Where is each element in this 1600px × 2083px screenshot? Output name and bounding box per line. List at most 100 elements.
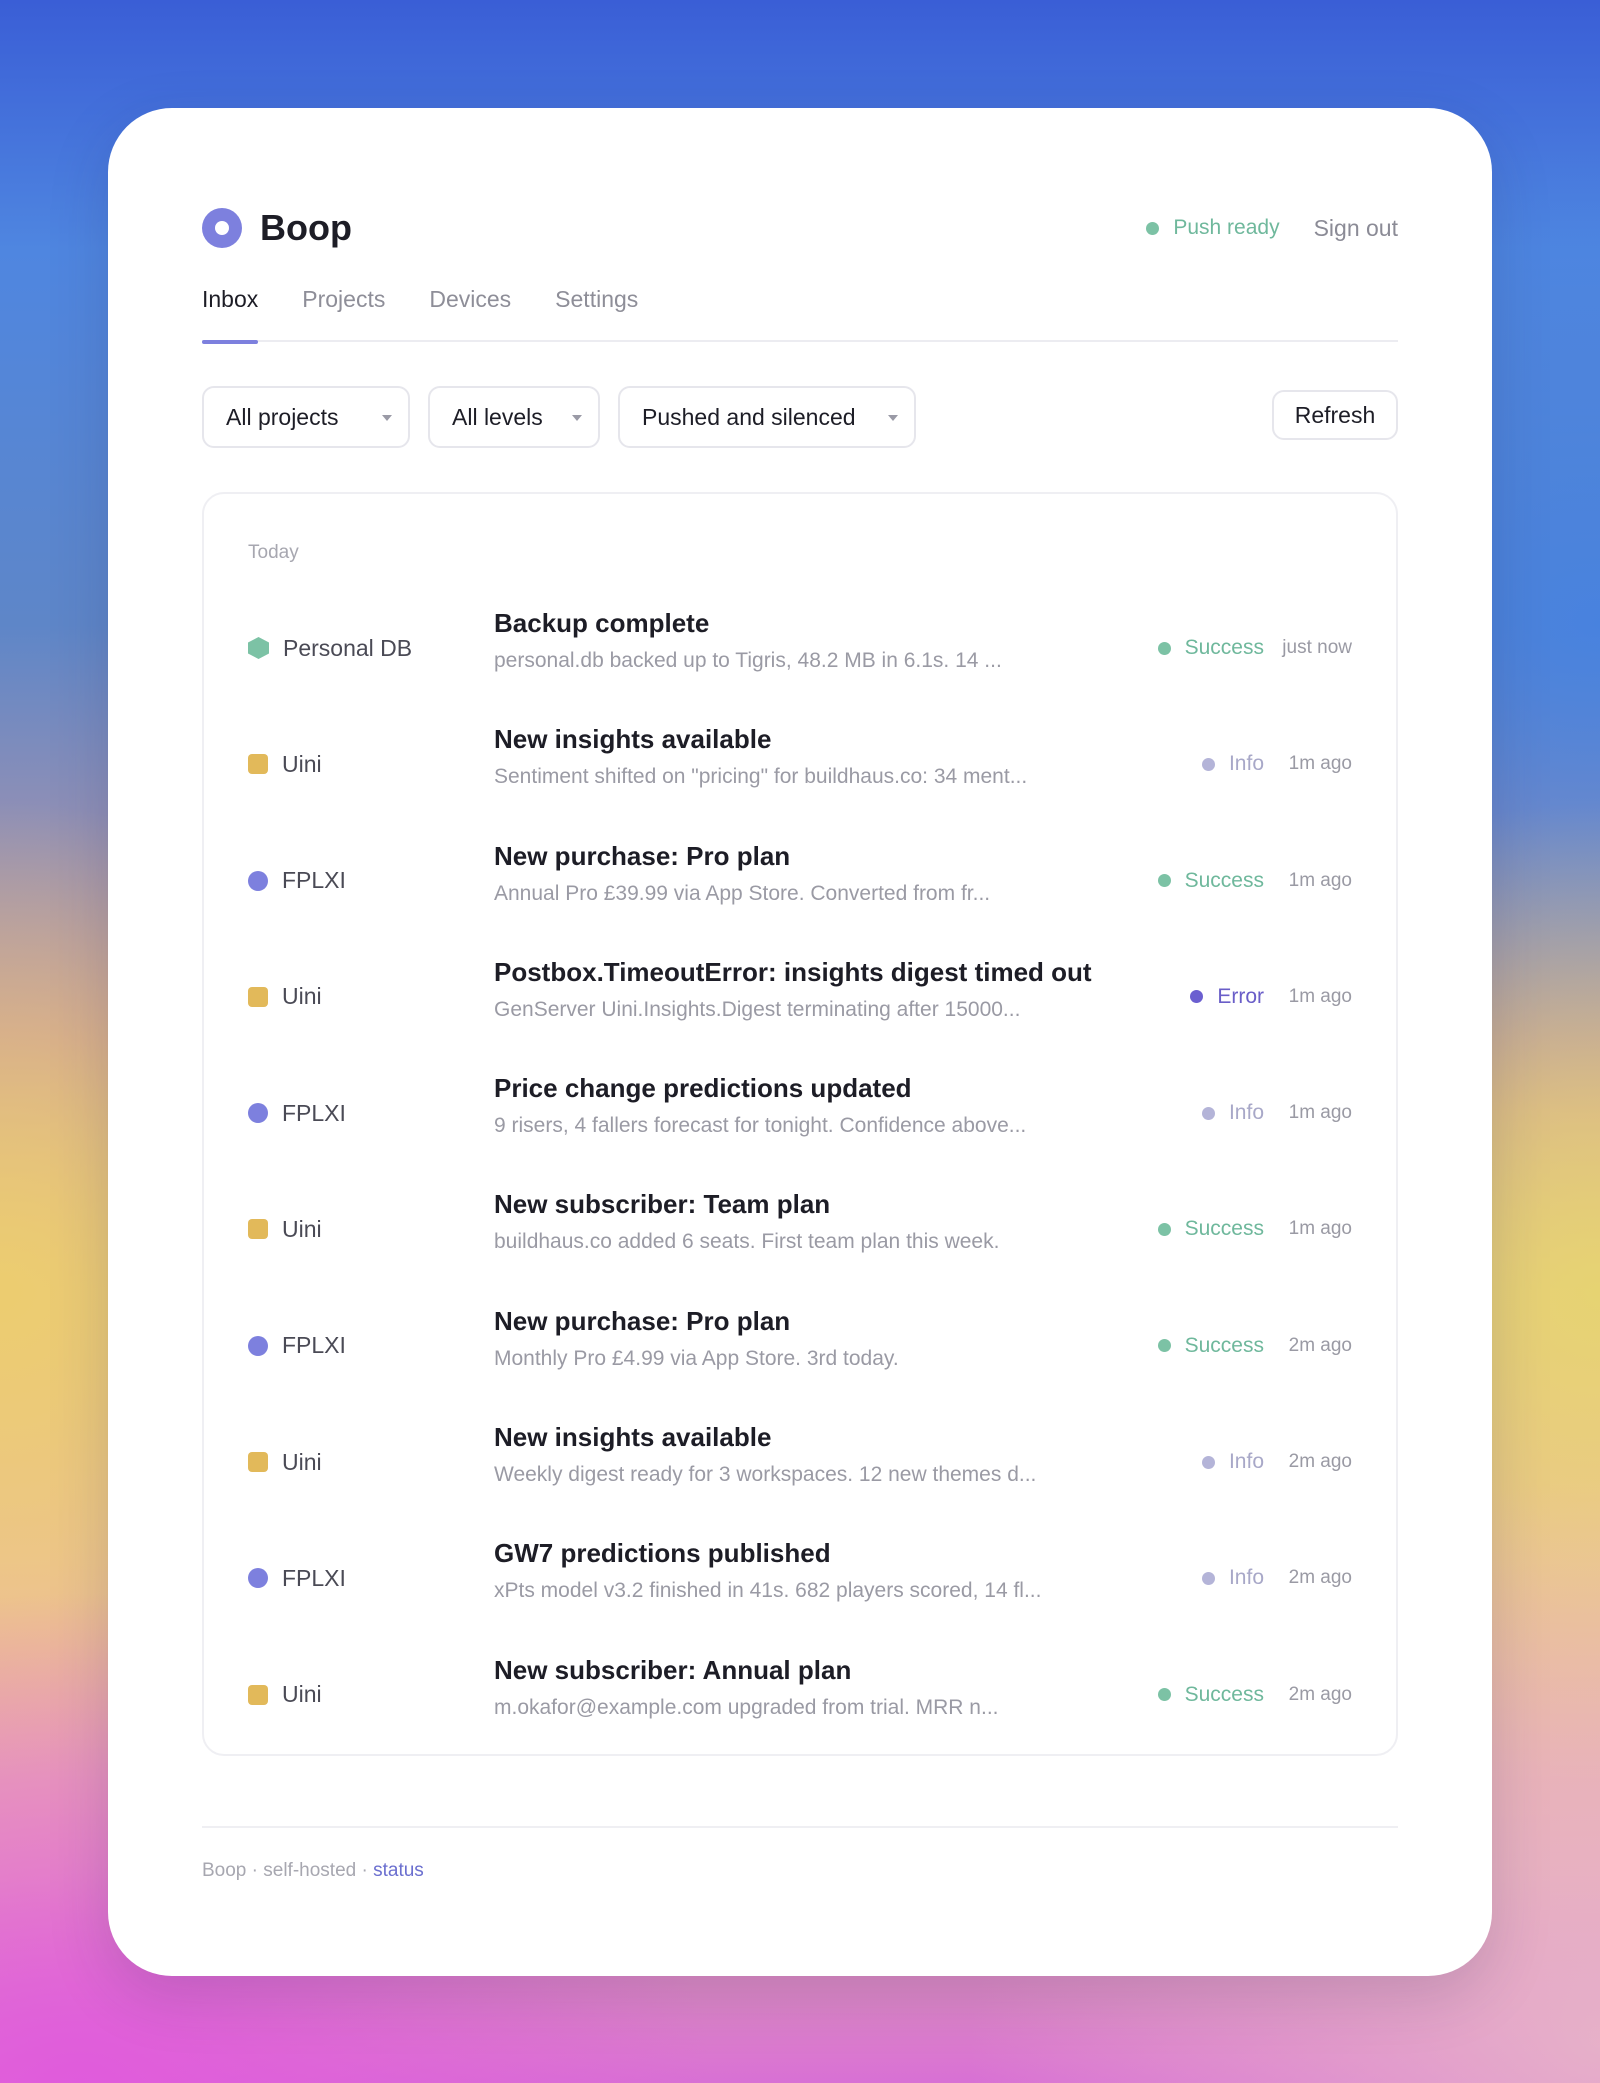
project-tag: FPLXI [248,823,346,939]
project-name: Uini [282,983,322,1010]
project-tag: Uini [248,706,322,822]
tab-settings[interactable]: Settings [555,282,638,342]
level-label: Success [1184,1333,1264,1357]
tab-devices[interactable]: Devices [429,282,511,342]
notification-row[interactable]: Uini New insights available Sentiment shif… [204,706,1396,822]
timestamp: 1m ago [1288,869,1352,891]
level-badge: Error [1104,939,1264,1055]
timestamp: 1m ago [1288,985,1352,1007]
project-name: Uini [282,750,322,777]
ring-logo-icon [202,208,242,248]
level-dot-icon [1201,1571,1215,1585]
header-actions: Push ready Sign out [1146,202,1398,254]
date-group-label: Today [248,542,299,563]
project-tag: Uini [248,1637,322,1753]
chevron-down-icon [572,415,582,421]
project-filter-select[interactable]: All projects [202,386,410,448]
project-hexagon-icon [248,637,269,659]
level-badge: Success [1104,590,1264,706]
chevron-down-icon [382,415,392,421]
footer-brand: Boop [202,1860,247,1881]
notification-row[interactable]: FPLXI Price change predictions updated 9 r… [204,1055,1396,1171]
tab-projects[interactable]: Projects [302,282,385,342]
notification-row[interactable]: Uini Postbox.TimeoutError: insights diges… [204,939,1396,1055]
level-badge: Info [1104,706,1264,822]
status-link[interactable]: status [373,1860,424,1881]
level-badge: Info [1104,1520,1264,1636]
chevron-down-icon [888,415,898,421]
notification-message: GW7 predictions published xPts model v3.2… [494,1538,1114,1603]
notification-row[interactable]: Uini New subscriber: Team plan buildhaus.c… [204,1171,1396,1287]
notification-row[interactable]: Uini New insights available Weekly digest … [204,1404,1396,1520]
level-badge: Info [1104,1404,1264,1520]
level-label: Info [1228,1566,1264,1590]
level-dot-icon [1157,1339,1171,1353]
delivery-filter-select[interactable]: Pushed and silenced [618,386,916,448]
level-dot-icon [1201,757,1215,771]
project-filter-value: All projects [226,403,339,430]
level-dot-icon [1201,1106,1215,1120]
sign-out-link[interactable]: Sign out [1314,215,1398,242]
app-name: Boop [260,207,352,248]
level-dot-icon [1157,1222,1171,1236]
level-label: Success [1184,1682,1264,1706]
footer-hosting: self-hosted [263,1860,357,1881]
inbox-list: Today Personal DB Backup complete personal… [202,492,1398,1756]
notification-message: New insights available Weekly digest read… [494,1422,1114,1487]
level-badge: Success [1104,1171,1264,1287]
level-filter-select[interactable]: All levels [428,386,600,448]
notification-row[interactable]: Personal DB Backup complete personal.db ba… [204,590,1396,706]
push-status-label: Push ready [1173,216,1280,239]
notification-body: Annual Pro £39.99 via App Store. Convert… [494,881,991,905]
tab-inbox[interactable]: Inbox [202,282,259,344]
project-tag: Uini [248,939,322,1055]
notification-message: New subscriber: Annual plan m.okafor@exam… [494,1655,1114,1720]
project-name: FPLXI [282,1332,346,1359]
footer-separator: · [246,1860,264,1881]
header: Boop Push ready Sign out [202,202,1398,254]
refresh-button[interactable]: Refresh [1272,390,1398,440]
brand[interactable]: Boop [202,202,352,254]
timestamp: 2m ago [1288,1451,1352,1473]
level-badge: Success [1104,823,1264,939]
notification-title: New subscriber: Annual plan [494,1654,852,1685]
timestamp: 2m ago [1288,1334,1352,1356]
level-dot-icon [1190,990,1204,1004]
level-badge: Success [1104,1288,1264,1404]
project-name: Uini [282,1215,322,1242]
notification-row[interactable]: FPLXI New purchase: Pro plan Annual Pro £3… [204,823,1396,939]
notification-body: m.okafor@example.com upgraded from trial… [494,1695,999,1719]
project-square-icon [248,1219,268,1240]
notification-body: 9 risers, 4 fallers forecast for tonight… [494,1114,1027,1138]
notification-row[interactable]: FPLXI GW7 predictions published xPts model… [204,1520,1396,1636]
project-name: Uini [282,1448,322,1475]
timestamp: 2m ago [1288,1683,1352,1705]
level-dot-icon [1201,1455,1215,1469]
app-card: Boop Push ready Sign out Inbox Projects … [108,108,1492,1976]
notification-body: Sentiment shifted on "pricing" for build… [494,765,1028,789]
project-circle-icon [248,1335,268,1356]
project-tag: Uini [248,1404,322,1520]
notification-row[interactable]: FPLXI New purchase: Pro plan Monthly Pro £… [204,1288,1396,1404]
notification-rows: Personal DB Backup complete personal.db ba… [204,590,1396,1753]
level-label: Info [1228,1101,1264,1125]
project-tag: Personal DB [248,590,412,706]
level-label: Info [1228,752,1264,776]
notification-row[interactable]: Uini New subscriber: Annual plan m.okafor@… [204,1637,1396,1753]
project-tag: Uini [248,1171,322,1287]
app-content: Boop Push ready Sign out Inbox Projects … [202,202,1398,1756]
timestamp: 1m ago [1288,1218,1352,1240]
notification-title: New subscriber: Team plan [494,1189,831,1220]
level-label: Success [1184,1217,1264,1241]
project-tag: FPLXI [248,1055,346,1171]
level-filter-value: All levels [452,403,543,430]
level-dot-icon [1157,874,1171,888]
level-dot-icon [1157,1688,1171,1702]
project-square-icon [248,754,268,775]
project-name: Personal DB [283,634,413,661]
timestamp: 2m ago [1288,1567,1352,1589]
notification-message: Price change predictions updated 9 risers… [494,1073,1114,1138]
filter-bar: All projects All levels Pushed and silen… [202,386,1398,448]
footer: Boop · self-hosted · status [202,1860,424,1882]
footer-divider [202,1826,1398,1828]
